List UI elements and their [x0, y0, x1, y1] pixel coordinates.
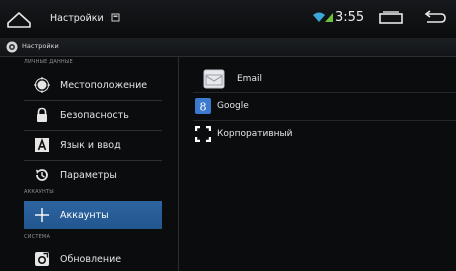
section-header-system: СИСТЕМА [24, 234, 51, 240]
update-icon [35, 252, 49, 266]
section-header-personal: ЛИЧНЫЕ ДАННЫЕ [24, 59, 73, 65]
sidebar-item-security[interactable]: Безопасность [24, 101, 162, 129]
status-title: Настройки [50, 13, 104, 24]
sidebar-item-label: Местоположение [60, 79, 148, 91]
email-icon [203, 69, 225, 89]
location-icon [34, 77, 50, 93]
account-item-corporate[interactable]: Корпоративный [179, 120, 456, 148]
account-item-google[interactable]: 8 Google [179, 92, 456, 120]
sidebar-item-parameters[interactable]: Параметры [24, 161, 162, 189]
screen: Настройки 3:55 Настройки ЛИЧНЫЕ ДАННЫЕ М… [0, 0, 456, 271]
svg-text:8: 8 [200, 101, 207, 114]
recent-apps-icon[interactable] [375, 10, 407, 26]
action-bar-title: Настройки [22, 42, 59, 50]
sidebar-item-language-input[interactable]: Язык и ввод [24, 131, 162, 159]
sidebar-item-label: Параметры [60, 169, 117, 181]
account-item-email[interactable]: Email [179, 65, 456, 93]
plus-icon [35, 208, 49, 222]
sidebar-item-location[interactable]: Местоположение [24, 71, 162, 99]
sidebar-item-label: Обновление [60, 253, 122, 265]
restore-icon [36, 169, 48, 181]
corporate-icon [195, 126, 211, 142]
back-icon[interactable] [421, 8, 449, 28]
sd-card-icon [111, 13, 120, 22]
signal-icon [325, 13, 333, 22]
clock: 3:55 [335, 10, 365, 25]
settings-list[interactable]: ЛИЧНЫЕ ДАННЫЕ Местоположение Безопасност… [0, 57, 178, 271]
status-bar: Настройки 3:55 [0, 0, 456, 38]
home-icon[interactable] [4, 8, 34, 30]
sidebar-item-label: Безопасность [60, 109, 129, 121]
account-label: Email [237, 74, 262, 84]
sidebar-item-accounts[interactable]: Аккаунты [24, 201, 162, 229]
sidebar-item-label: Язык и ввод [60, 139, 121, 151]
keyboard-a-icon [35, 138, 49, 152]
google-icon: 8 [195, 98, 211, 114]
account-label: Google [217, 101, 249, 111]
accounts-pane: Email 8 Google Корпоративный [179, 57, 456, 271]
section-header-accounts: АККАУНТЫ [24, 189, 54, 195]
sidebar-item-update[interactable]: Обновление [24, 245, 162, 271]
settings-app-icon[interactable] [6, 41, 18, 53]
lock-icon [37, 107, 47, 122]
action-bar: Настройки [0, 38, 456, 57]
sidebar-item-label: Аккаунты [60, 209, 109, 221]
account-label: Корпоративный [217, 129, 293, 139]
